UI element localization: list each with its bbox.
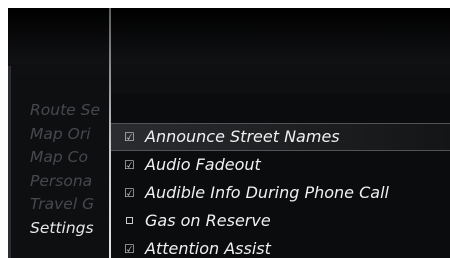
option-label: Gas on Reserve bbox=[145, 211, 271, 230]
checkbox-checked-icon[interactable]: ☑ bbox=[124, 124, 135, 150]
left-menu-item-route-settings[interactable]: Route Se bbox=[30, 99, 110, 123]
left-menu-item-travel-guide[interactable]: Travel G bbox=[30, 193, 110, 217]
checkbox-checked-icon[interactable]: ☑ bbox=[124, 235, 135, 258]
option-audible-info-during-phone-call[interactable]: ☑ Audible Info During Phone Call bbox=[111, 179, 450, 207]
top-band bbox=[8, 8, 450, 78]
option-gas-on-reserve[interactable]: Gas on Reserve bbox=[111, 207, 450, 235]
option-announce-street-names[interactable]: ☑ Announce Street Names bbox=[111, 123, 450, 151]
option-audio-fadeout[interactable]: ☑ Audio Fadeout bbox=[111, 151, 450, 179]
option-label: Audio Fadeout bbox=[145, 155, 261, 174]
head-unit-screen: Route Se Map Ori Map Co Persona Travel G… bbox=[8, 8, 450, 258]
left-menu: Route Se Map Ori Map Co Persona Travel G… bbox=[30, 99, 110, 240]
left-edge-bar bbox=[8, 66, 11, 258]
option-attention-assist[interactable]: ☑ Attention Assist bbox=[111, 235, 450, 258]
option-label: Announce Street Names bbox=[145, 127, 340, 146]
checkbox-checked-icon[interactable]: ☑ bbox=[124, 151, 135, 179]
option-label: Audible Info During Phone Call bbox=[145, 183, 389, 202]
checkbox-empty-icon[interactable] bbox=[126, 217, 133, 224]
left-menu-item-map-orientation[interactable]: Map Ori bbox=[30, 123, 110, 147]
option-label: Attention Assist bbox=[145, 239, 271, 258]
left-menu-item-settings[interactable]: Settings bbox=[30, 217, 110, 241]
settings-submenu: ☑ Announce Street Names ☑ Audio Fadeout … bbox=[111, 123, 450, 258]
checkbox-checked-icon[interactable]: ☑ bbox=[124, 179, 135, 207]
left-menu-item-map-content[interactable]: Map Co bbox=[30, 146, 110, 170]
left-menu-item-personal[interactable]: Persona bbox=[30, 170, 110, 194]
